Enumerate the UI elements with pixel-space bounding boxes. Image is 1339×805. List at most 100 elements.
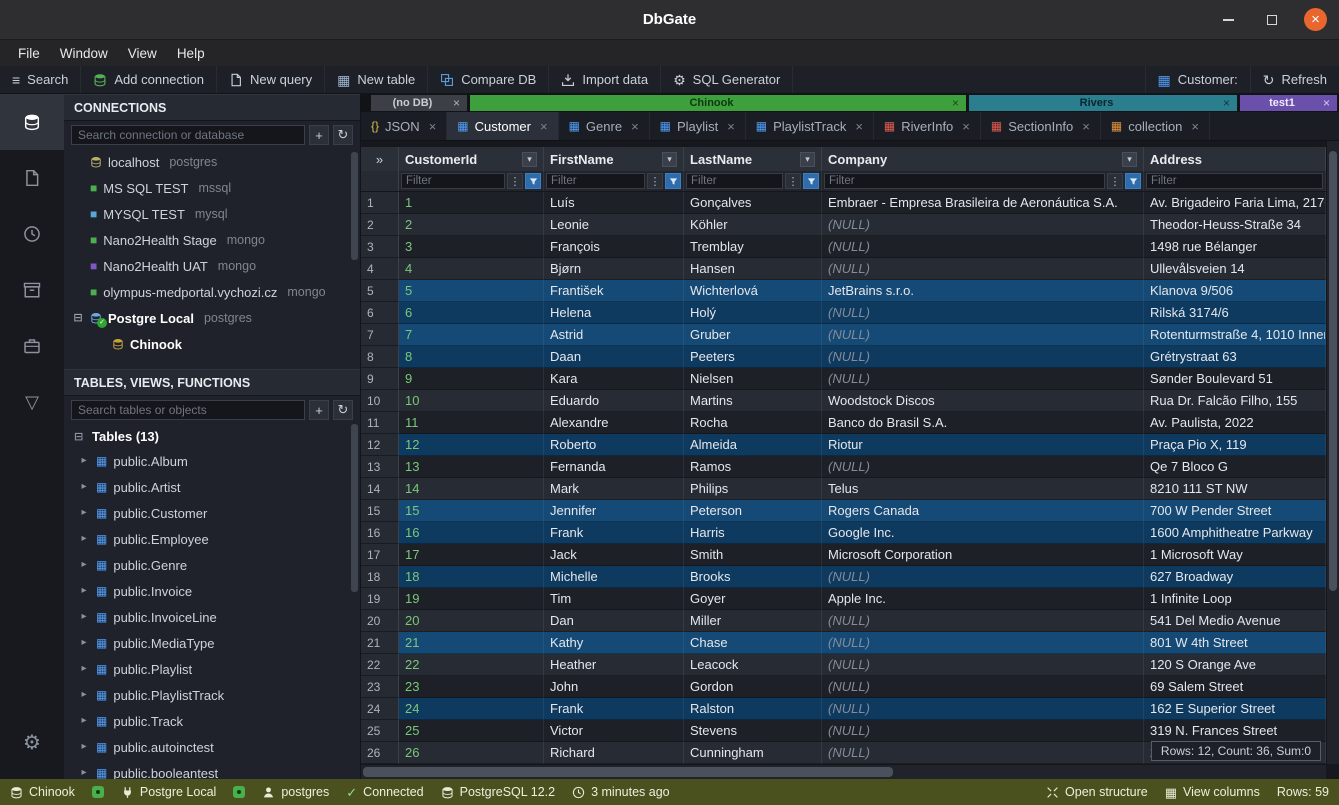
cell-address[interactable]: 541 Del Medio Avenue — [1144, 610, 1326, 632]
row-number[interactable]: 1 — [361, 192, 399, 214]
cell-customerid[interactable]: 15 — [399, 500, 544, 522]
filter-menu-button[interactable]: ⋮ — [1107, 173, 1123, 189]
cell-address[interactable]: 1498 rue Bélanger — [1144, 236, 1326, 258]
cell-address[interactable]: 1 Infinite Loop — [1144, 588, 1326, 610]
cell-address[interactable]: Klanova 9/506 — [1144, 280, 1326, 302]
row-number[interactable]: 21 — [361, 632, 399, 654]
cell-firstname[interactable]: Alexandre — [544, 412, 684, 434]
table-public-booleantest[interactable]: ▸▦public.booleantest — [64, 760, 360, 779]
cell-customerid[interactable]: 22 — [399, 654, 544, 676]
table-public-playlist[interactable]: ▸▦public.Playlist — [64, 656, 360, 682]
row-number[interactable]: 7 — [361, 324, 399, 346]
cell-customerid[interactable]: 19 — [399, 588, 544, 610]
cell-firstname[interactable]: Astrid — [544, 324, 684, 346]
toolbar-import-data-button[interactable]: Import data — [549, 66, 661, 93]
row-number[interactable]: 6 — [361, 302, 399, 324]
tables-scrollbar[interactable] — [351, 424, 358, 592]
cell-company[interactable]: (NULL) — [822, 698, 1144, 720]
cell-address[interactable]: 8210 111 ST NW — [1144, 478, 1326, 500]
cell-lastname[interactable]: Goyer — [684, 588, 822, 610]
toolbar-sql-generator-button[interactable]: ⚙SQL Generator — [661, 66, 793, 93]
cell-firstname[interactable]: Heather — [544, 654, 684, 676]
cell-customerid[interactable]: 17 — [399, 544, 544, 566]
close-icon[interactable]: × — [540, 119, 548, 134]
filter-input-customerid[interactable] — [401, 173, 505, 189]
cell-company[interactable]: Banco do Brasil S.A. — [822, 412, 1144, 434]
minimize-button[interactable] — [1216, 8, 1240, 32]
status-view-columns[interactable]: ▦View columns — [1165, 785, 1260, 799]
cell-company[interactable]: (NULL) — [822, 676, 1144, 698]
cell-lastname[interactable]: Martins — [684, 390, 822, 412]
filter-menu-button[interactable]: ⋮ — [507, 173, 523, 189]
cell-firstname[interactable]: Luís — [544, 192, 684, 214]
close-icon[interactable]: × — [962, 119, 970, 134]
vertical-scrollbar-thumb[interactable] — [1329, 151, 1337, 591]
connection-localhost[interactable]: localhostpostgres — [64, 149, 360, 175]
cell-firstname[interactable]: Frank — [544, 698, 684, 720]
column-dropdown-button[interactable]: ▾ — [522, 152, 537, 167]
cell-lastname[interactable]: Chase — [684, 632, 822, 654]
cell-address[interactable]: Praça Pio X, 119 — [1144, 434, 1326, 456]
row-number[interactable]: 22 — [361, 654, 399, 676]
cell-address[interactable]: 627 Broadway — [1144, 566, 1326, 588]
cell-lastname[interactable]: Peterson — [684, 500, 822, 522]
row-number[interactable]: 14 — [361, 478, 399, 500]
menu-view[interactable]: View — [118, 40, 167, 66]
connection-ms-sql-test[interactable]: ■MS SQL TESTmssql — [64, 175, 360, 201]
tab-riverinfo[interactable]: ▦RiverInfo× — [874, 112, 981, 140]
cell-firstname[interactable]: Kara — [544, 368, 684, 390]
row-number[interactable]: 5 — [361, 280, 399, 302]
connection-chinook[interactable]: Chinook — [64, 331, 360, 357]
row-number[interactable]: 4 — [361, 258, 399, 280]
cell-customerid[interactable]: 26 — [399, 742, 544, 764]
cell-firstname[interactable]: Daan — [544, 346, 684, 368]
cell-customerid[interactable]: 10 — [399, 390, 544, 412]
table-public-mediatype[interactable]: ▸▦public.MediaType — [64, 630, 360, 656]
filter-menu-button[interactable]: ⋮ — [785, 173, 801, 189]
toolbar-search-button[interactable]: ≡Search — [0, 66, 81, 93]
cell-firstname[interactable]: Victor — [544, 720, 684, 742]
rail-item-plugins[interactable] — [0, 318, 64, 374]
cell-company[interactable]: (NULL) — [822, 632, 1144, 654]
cell-customerid[interactable]: 13 — [399, 456, 544, 478]
cell-lastname[interactable]: Rocha — [684, 412, 822, 434]
cell-address[interactable]: Rotenturmstraße 4, 1010 Innere Stadt — [1144, 324, 1326, 346]
row-number[interactable]: 24 — [361, 698, 399, 720]
cell-customerid[interactable]: 18 — [399, 566, 544, 588]
cell-lastname[interactable]: Philips — [684, 478, 822, 500]
cell-company[interactable]: (NULL) — [822, 368, 1144, 390]
cell-firstname[interactable]: Dan — [544, 610, 684, 632]
cell-lastname[interactable]: Peeters — [684, 346, 822, 368]
cell-firstname[interactable]: Richard — [544, 742, 684, 764]
connection-mysql-test[interactable]: ■MYSQL TESTmysql — [64, 201, 360, 227]
cell-lastname[interactable]: Köhler — [684, 214, 822, 236]
filter-input-lastname[interactable] — [686, 173, 783, 189]
rail-item-files[interactable] — [0, 150, 64, 206]
filter-input-company[interactable] — [824, 173, 1105, 189]
tab-collection[interactable]: ▦collection× — [1101, 112, 1210, 140]
cell-customerid[interactable]: 7 — [399, 324, 544, 346]
cell-firstname[interactable]: Bjørn — [544, 258, 684, 280]
cell-address[interactable]: Ullevålsveien 14 — [1144, 258, 1326, 280]
column-header-company[interactable]: Company▾ — [822, 147, 1144, 171]
cell-company[interactable]: (NULL) — [822, 610, 1144, 632]
cell-address[interactable]: 700 W Pender Street — [1144, 500, 1326, 522]
cell-firstname[interactable]: František — [544, 280, 684, 302]
menu-file[interactable]: File — [8, 40, 50, 66]
column-dropdown-button[interactable]: ▾ — [1122, 152, 1137, 167]
row-number[interactable]: 3 — [361, 236, 399, 258]
add-table-mini-button[interactable]: + — [309, 400, 329, 420]
cell-customerid[interactable]: 6 — [399, 302, 544, 324]
cell-company[interactable]: Google Inc. — [822, 522, 1144, 544]
row-number[interactable]: 19 — [361, 588, 399, 610]
rail-item-settings[interactable]: ⚙ — [0, 715, 64, 771]
cell-customerid[interactable]: 16 — [399, 522, 544, 544]
row-number[interactable]: 16 — [361, 522, 399, 544]
table-public-genre[interactable]: ▸▦public.Genre — [64, 552, 360, 578]
connection-olympus-medportal-vychozi-cz[interactable]: ■olympus-medportal.vychozi.czmongo — [64, 279, 360, 305]
cell-customerid[interactable]: 24 — [399, 698, 544, 720]
cell-company[interactable]: (NULL) — [822, 742, 1144, 764]
cell-customerid[interactable]: 20 — [399, 610, 544, 632]
cell-address[interactable]: Qe 7 Bloco G — [1144, 456, 1326, 478]
rail-item-archive[interactable] — [0, 262, 64, 318]
